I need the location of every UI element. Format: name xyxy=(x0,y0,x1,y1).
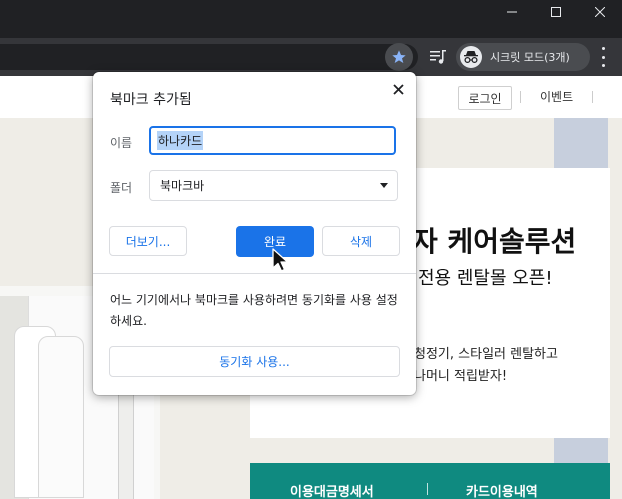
dialog-title: 북마크 추가됨 xyxy=(110,92,192,108)
shirt-image xyxy=(38,336,84,498)
decor-block xyxy=(554,118,608,168)
statement-link[interactable]: 이용대금명세서 xyxy=(290,481,374,499)
media-control-button[interactable] xyxy=(428,47,448,67)
sync-message: 어느 기기에서나 북마크를 사용하려면 동기화를 사용 설정하세요. xyxy=(110,293,398,328)
maximize-icon xyxy=(551,7,561,17)
close-window-button[interactable] xyxy=(578,0,622,24)
nav-divider xyxy=(592,91,593,103)
name-input-value: 하나카드 xyxy=(157,131,204,150)
dialog-close-button[interactable] xyxy=(387,78,409,100)
bookmark-added-dialog: 북마크 추가됨 이름 하나카드 폴더 북마크바 더보기... 완료 삭제 어느 … xyxy=(93,72,416,395)
hero-subtitle: 전용 렌탈몰 오픈! xyxy=(418,268,553,289)
minimize-icon xyxy=(507,11,517,13)
hero-title: 자 케어솔루션 xyxy=(412,225,577,258)
minimize-button[interactable] xyxy=(490,0,534,24)
queue-music-icon xyxy=(430,50,446,64)
folder-select-value: 북마크바 xyxy=(160,179,205,193)
card-usage-link[interactable]: 카드이용내역 xyxy=(466,481,538,499)
incognito-icon xyxy=(460,46,482,68)
delete-button[interactable]: 삭제 xyxy=(322,226,400,256)
folder-select[interactable]: 북마크바 xyxy=(149,170,398,201)
close-icon xyxy=(392,83,404,95)
hero-desc-line: 청정기, 스타일러 렌탈하고 xyxy=(414,347,558,362)
nav-divider xyxy=(520,91,521,103)
maximize-button[interactable] xyxy=(534,0,578,24)
event-link[interactable]: 이벤트 xyxy=(540,88,573,105)
address-bar[interactable] xyxy=(0,44,418,70)
more-vert-icon xyxy=(601,47,605,50)
quick-links-bar: 이용대금명세서 카드이용내역 xyxy=(250,463,610,499)
browser-toolbar: 시크릿 모드(3개) xyxy=(0,38,622,76)
more-button[interactable]: 더보기... xyxy=(109,226,187,256)
hero-description: 청정기, 스타일러 렌탈하고 나머니 적립받자! xyxy=(414,344,558,388)
mouse-cursor-icon xyxy=(272,248,289,272)
incognito-profile-button[interactable]: 시크릿 모드(3개) xyxy=(456,43,590,71)
name-label: 이름 xyxy=(110,136,133,150)
dialog-divider xyxy=(93,273,416,274)
dropdown-arrow-icon xyxy=(380,183,388,188)
close-icon xyxy=(595,7,605,17)
enable-sync-button[interactable]: 동기화 사용... xyxy=(109,346,400,377)
title-bar xyxy=(0,0,622,38)
folder-label: 폴더 xyxy=(110,181,133,195)
hero-desc-line: 나머니 적립받자! xyxy=(414,369,508,384)
incognito-label: 시크릿 모드(3개) xyxy=(490,51,570,64)
quick-links-divider xyxy=(427,483,428,495)
bookmark-star-button[interactable] xyxy=(385,43,413,71)
bookmark-name-input[interactable]: 하나카드 xyxy=(149,126,396,155)
browser-menu-button[interactable] xyxy=(596,47,610,67)
login-button[interactable]: 로그인 xyxy=(458,86,512,110)
star-icon xyxy=(392,50,406,63)
